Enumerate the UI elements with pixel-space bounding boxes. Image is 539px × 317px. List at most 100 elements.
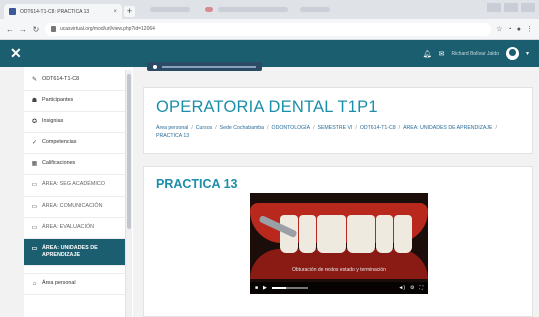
breadcrumb-separator: / (313, 125, 315, 131)
blurred-tab[interactable] (218, 7, 288, 12)
tooth-shape (317, 215, 346, 253)
folder-icon: ▭ (31, 245, 38, 252)
breadcrumb-item[interactable]: Área personal (156, 124, 188, 132)
breadcrumb-item[interactable]: Sede Cochabamba (220, 124, 264, 132)
lock-icon (51, 26, 56, 32)
url-text: ucasvirtual.org/mod/url/view.php?id=1206… (60, 26, 155, 32)
breadcrumb-separator: / (355, 125, 357, 131)
drawer-item-area-comunicacion[interactable]: ▭ ÁREA: COMUNICACIÓN (24, 197, 125, 218)
banner-dot-icon (153, 64, 157, 69)
forward-arrow-icon[interactable]: → (19, 25, 27, 34)
close-icon[interactable]: × (113, 9, 117, 15)
messages-icon[interactable]: ✉ (439, 50, 445, 58)
maximize-button[interactable] (504, 3, 518, 12)
drawer-item-label: ÁREA: UNIDADES DE APRENDIZAJE (42, 244, 98, 259)
drawer-item-label: Competencias (42, 139, 77, 146)
drawer-item-grades[interactable]: ▦ Calificaciones (24, 154, 125, 176)
drawer-item-label: Insignias (42, 118, 64, 125)
drawer-item-area-evaluacion[interactable]: ▭ ÁREA: EVALUACIÓN (24, 218, 125, 239)
tooth-shape (346, 215, 375, 253)
volume-icon[interactable]: ◄) (398, 285, 405, 291)
breadcrumb-separator: / (267, 125, 269, 131)
close-window-button[interactable] (521, 3, 535, 12)
blurred-tab-favicon (205, 7, 213, 12)
user-name[interactable]: Richard Bolívar Jaldo (451, 51, 499, 57)
breadcrumb-separator: / (398, 125, 401, 131)
video-progress-fill (271, 287, 287, 289)
banner-bar (162, 65, 256, 68)
folder-icon: ▭ (31, 224, 38, 231)
extension-icon[interactable]: ◔ (508, 26, 512, 33)
blurred-tab[interactable] (150, 7, 190, 12)
tooth-shape (375, 215, 394, 253)
drawer-item-label: Calificaciones (42, 160, 76, 167)
nav-drawer: ✎ ODT614-T1-C8 ☗ Participantes ✪ Insigni… (24, 70, 132, 317)
user-menu: 🔔︎ ✉ Richard Bolívar Jaldo ▾ (423, 47, 529, 60)
more-menu-icon[interactable]: ⋮ (526, 25, 533, 33)
chevron-down-icon[interactable]: ▾ (526, 50, 529, 57)
drawer-item-label: ÁREA: COMUNICACIÓN (42, 202, 103, 209)
drawer-item-label: Participantes (42, 97, 74, 104)
badge-icon: ✪ (31, 119, 38, 126)
minimize-button[interactable] (487, 3, 501, 12)
breadcrumb-item[interactable]: PRACTICA 13 (156, 132, 189, 140)
drawer-item-badges[interactable]: ✪ Insignias (24, 112, 125, 134)
page-title: PRACTICA 13 (156, 177, 238, 191)
drawer-item-course[interactable]: ✎ ODT614-T1-C8 (24, 70, 125, 92)
breadcrumb-separator: / (215, 125, 217, 131)
stop-icon[interactable]: ■ (255, 285, 258, 291)
drawer-item-competencies[interactable]: ✓ Competencias (24, 133, 125, 155)
check-icon: ✓ (31, 140, 38, 147)
drawer-scrollbar[interactable] (126, 70, 132, 317)
breadcrumb-item[interactable]: ODONTOLOGÍA (272, 124, 311, 132)
close-drawer-icon[interactable]: ✕ (10, 45, 22, 62)
scrollbar-thumb[interactable] (127, 74, 131, 229)
page-margin (0, 67, 24, 317)
home-icon: ⌂ (32, 281, 37, 288)
page-header: OPERATORIA DENTAL T1P1 Área personal / Cu… (143, 87, 533, 154)
drawer-item-dashboard[interactable]: ⌂ Área personal (24, 273, 125, 296)
video-progress-bar[interactable] (271, 287, 308, 289)
address-bar: ← → ↻ ucasvirtual.org/mod/url/view.php?i… (0, 19, 539, 40)
tooth-shape (394, 215, 412, 253)
profile-icon[interactable]: ● (517, 26, 521, 33)
drawer-item-label: ÁREA: EVALUACIÓN (42, 223, 95, 230)
browser-tab[interactable]: ODT614-T1-C8: PRACTICA 13 × (4, 4, 122, 19)
new-tab-button[interactable]: + (124, 6, 135, 17)
breadcrumb-item[interactable]: ÁREA: UNIDADES DE APRENDIZAJE (403, 124, 492, 132)
breadcrumb: Área personal / Cursos / Sede Cochabamba / … (156, 124, 520, 141)
back-arrow-icon[interactable]: ← (6, 25, 14, 34)
drawer-item-label: ÁREA: SEG ACADÉMICO (42, 181, 105, 188)
breadcrumb-item[interactable]: SEMESTRE VI (318, 124, 353, 132)
play-icon[interactable]: ▶ (263, 285, 267, 291)
folder-icon: ▭ (31, 182, 38, 189)
breadcrumb-item[interactable]: Cursos (196, 124, 212, 132)
hidden-banner (147, 62, 262, 71)
drawer-item-label: ODT614-T1-C8 (42, 76, 80, 82)
tooth-shape (298, 215, 317, 253)
star-icon[interactable]: ☆ (496, 25, 502, 33)
video-player[interactable]: Obturación de restos estado y terminació… (250, 193, 428, 294)
url-field[interactable]: ucasvirtual.org/mod/url/view.php?id=1206… (45, 22, 492, 36)
folder-icon: ▭ (31, 203, 38, 210)
drawer-item-label: Área personal (42, 280, 76, 287)
users-icon: ☗ (31, 98, 38, 105)
notification-bell-icon[interactable]: 🔔︎ (423, 50, 432, 58)
site-navbar: ✕ 🔔︎ ✉ Richard Bolívar Jaldo ▾ (0, 40, 539, 67)
reload-icon[interactable]: ↻ (32, 25, 40, 34)
breadcrumb-separator: / (495, 125, 497, 131)
favicon-icon (9, 8, 16, 15)
tab-title: ODT614-T1-C8: PRACTICA 13 (20, 8, 90, 15)
drawer-item-area-seg-academico[interactable]: ▭ ÁREA: SEG ACADÉMICO (24, 175, 125, 197)
drawer-item-participants[interactable]: ☗ Participantes (24, 91, 125, 113)
fullscreen-icon[interactable]: ⛶ (419, 285, 423, 291)
table-icon: ▦ (31, 161, 38, 168)
video-frame-lip (250, 249, 428, 279)
browser-tab-bar: ODT614-T1-C8: PRACTICA 13 × + (0, 0, 539, 19)
avatar[interactable] (505, 47, 519, 60)
settings-icon[interactable]: ⚙ (410, 285, 414, 291)
blurred-tab[interactable] (300, 7, 330, 12)
breadcrumb-separator: / (191, 125, 193, 131)
breadcrumb-item[interactable]: ODT614-T1-C8 (360, 124, 396, 132)
drawer-item-area-unidades[interactable]: ▭ ÁREA: UNIDADES DE APRENDIZAJE (24, 238, 125, 267)
